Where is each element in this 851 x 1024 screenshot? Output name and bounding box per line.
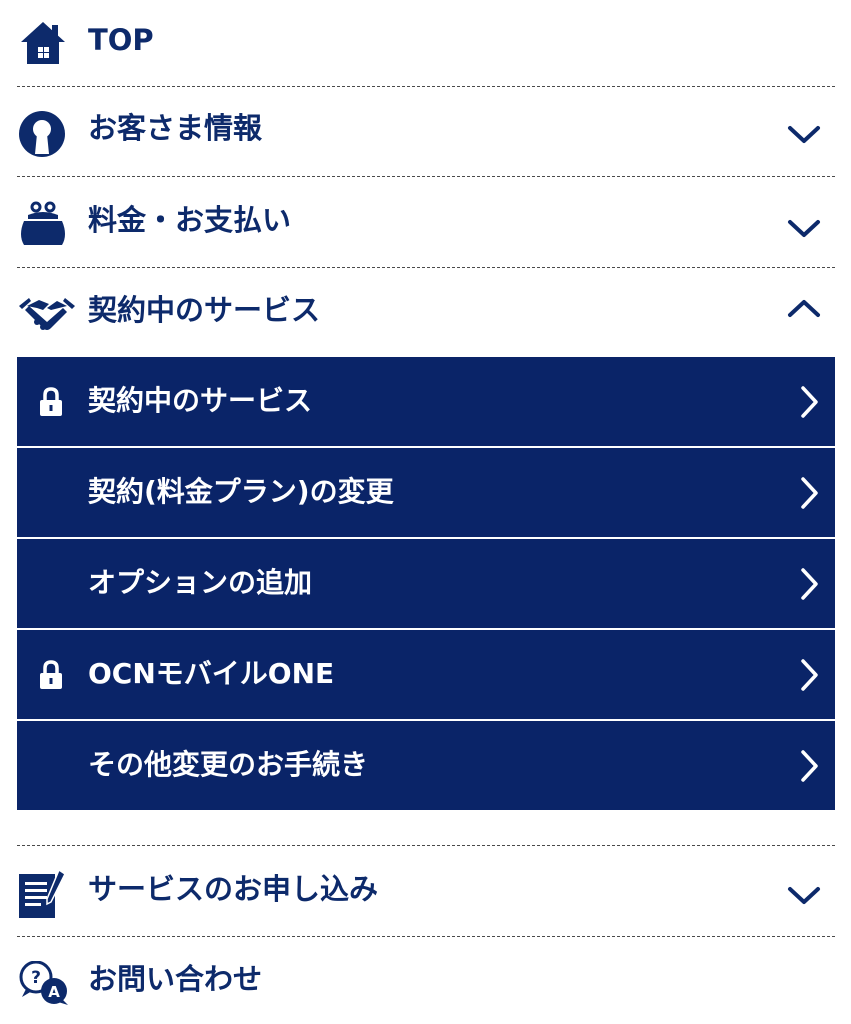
handshake-icon	[19, 298, 75, 330]
menu-item-customer-info[interactable]: お客さま情報	[17, 87, 835, 177]
submenu-item-add-option[interactable]: オプションの追加	[17, 539, 835, 628]
menu-label-top: TOP	[88, 23, 154, 57]
keyhole-icon	[19, 111, 65, 157]
submenu-label: 契約(料金プラン)の変更	[88, 475, 394, 508]
submenu-item-ocn-mobile-one[interactable]: OCNモバイルONE	[17, 630, 835, 719]
menu-label-billing: 料金・お支払い	[88, 203, 292, 237]
chevron-right-icon	[801, 659, 818, 691]
chevron-right-icon	[801, 750, 818, 782]
submenu-item-plan-change[interactable]: 契約(料金プラン)の変更	[17, 448, 835, 537]
submenu-item-other-procedures[interactable]: その他変更のお手続き	[17, 721, 835, 810]
menu-label-customer-info: お客さま情報	[88, 111, 263, 145]
menu-item-billing[interactable]: 料金・お支払い	[17, 177, 835, 268]
submenu-label: オプションの追加	[88, 566, 313, 599]
chevron-right-icon	[801, 386, 818, 418]
menu-label-services: 契約中のサービス	[88, 293, 321, 327]
question-answer-icon: ? A	[19, 961, 68, 1005]
menu-label-apply: サービスのお申し込み	[88, 872, 379, 906]
submenu-label: 契約中のサービス	[88, 384, 313, 417]
submenu-item-contracted-services[interactable]: 契約中のサービス	[17, 357, 835, 446]
document-pen-icon	[19, 868, 66, 918]
lock-icon	[40, 660, 62, 689]
chevron-down-icon[interactable]	[787, 125, 821, 145]
purse-icon	[21, 201, 65, 245]
menu-item-services[interactable]: 契約中のサービス	[17, 268, 835, 357]
submenu-label: OCNモバイルONE	[88, 657, 335, 690]
svg-text:?: ?	[31, 968, 41, 988]
menu-item-apply[interactable]: サービスのお申し込み	[17, 846, 835, 937]
chevron-down-icon[interactable]	[787, 219, 821, 239]
chevron-right-icon	[801, 568, 818, 600]
menu-label-contact: お問い合わせ	[88, 962, 263, 996]
chevron-down-icon[interactable]	[787, 886, 821, 906]
lock-icon	[40, 387, 62, 416]
svg-text:A: A	[48, 983, 60, 1001]
menu-divider	[17, 810, 835, 846]
chevron-right-icon	[801, 477, 818, 509]
menu-item-contact[interactable]: ? A お問い合わせ	[17, 937, 835, 1024]
menu-item-top[interactable]: TOP	[17, 0, 835, 87]
submenu-label: その他変更のお手続き	[88, 748, 369, 781]
home-icon	[21, 22, 65, 64]
chevron-up-icon[interactable]	[787, 298, 821, 318]
